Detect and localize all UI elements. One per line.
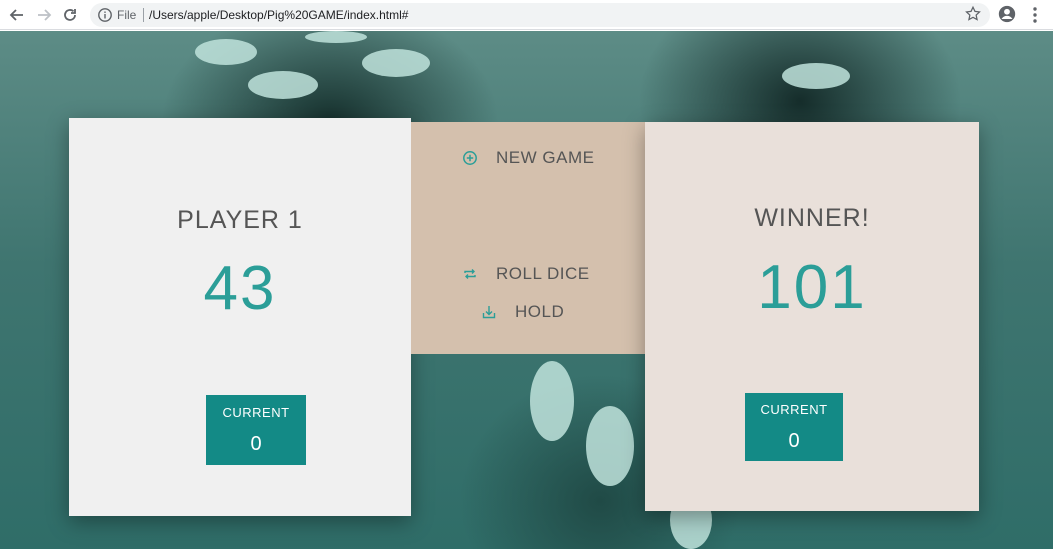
bookmark-star-icon[interactable] (964, 5, 984, 25)
more-menu-icon[interactable] (1026, 5, 1044, 25)
info-icon[interactable] (97, 7, 113, 23)
player-2-panel: WINNER! 101 CURRENT 0 (645, 122, 979, 511)
dice-pip (305, 31, 367, 43)
loop-icon (462, 266, 478, 282)
dice-pip (782, 63, 850, 89)
dice-pip (362, 49, 430, 77)
dice-pip (248, 71, 318, 99)
file-scheme-label: File (117, 8, 145, 22)
download-icon (481, 304, 497, 320)
account-icon[interactable] (997, 4, 1019, 26)
dice-pip (586, 406, 634, 486)
controls-panel: NEW GAME ROLL DICE HOLD (411, 122, 645, 354)
dice-pip (530, 361, 574, 441)
browser-toolbar: File /Users/apple/Desktop/Pig%20GAME/ind… (0, 0, 1053, 30)
player-1-current-label: CURRENT (222, 405, 290, 420)
address-bar[interactable]: File /Users/apple/Desktop/Pig%20GAME/ind… (90, 3, 990, 27)
player-2-score: 101 (757, 253, 867, 322)
add-circle-icon (462, 150, 478, 166)
roll-dice-button[interactable]: ROLL DICE (462, 264, 590, 284)
game-area: PLAYER 1 43 CURRENT 0 NEW GAME ROLL DICE… (0, 31, 1053, 549)
player-2-current-label: CURRENT (760, 402, 828, 417)
new-game-button[interactable]: NEW GAME (462, 148, 594, 168)
forward-arrow-icon[interactable] (33, 4, 55, 26)
player-2-current-box: CURRENT 0 (745, 393, 843, 461)
player-2-current-value: 0 (788, 430, 800, 452)
player-2-name: WINNER! (754, 204, 870, 232)
hold-button[interactable]: HOLD (481, 302, 564, 322)
back-arrow-icon[interactable] (6, 4, 28, 26)
new-game-label: NEW GAME (496, 148, 595, 167)
hold-label: HOLD (515, 302, 565, 321)
player-1-current-box: CURRENT 0 (206, 395, 306, 465)
reload-icon[interactable] (59, 4, 81, 26)
roll-dice-label: ROLL DICE (496, 264, 590, 283)
url-text[interactable]: /Users/apple/Desktop/Pig%20GAME/index.ht… (149, 8, 408, 22)
player-1-panel: PLAYER 1 43 CURRENT 0 (69, 118, 411, 516)
player-1-score: 43 (203, 254, 277, 323)
player-1-current-value: 0 (250, 433, 262, 455)
player-1-name: PLAYER 1 (177, 206, 303, 234)
dice-pip (195, 39, 257, 65)
